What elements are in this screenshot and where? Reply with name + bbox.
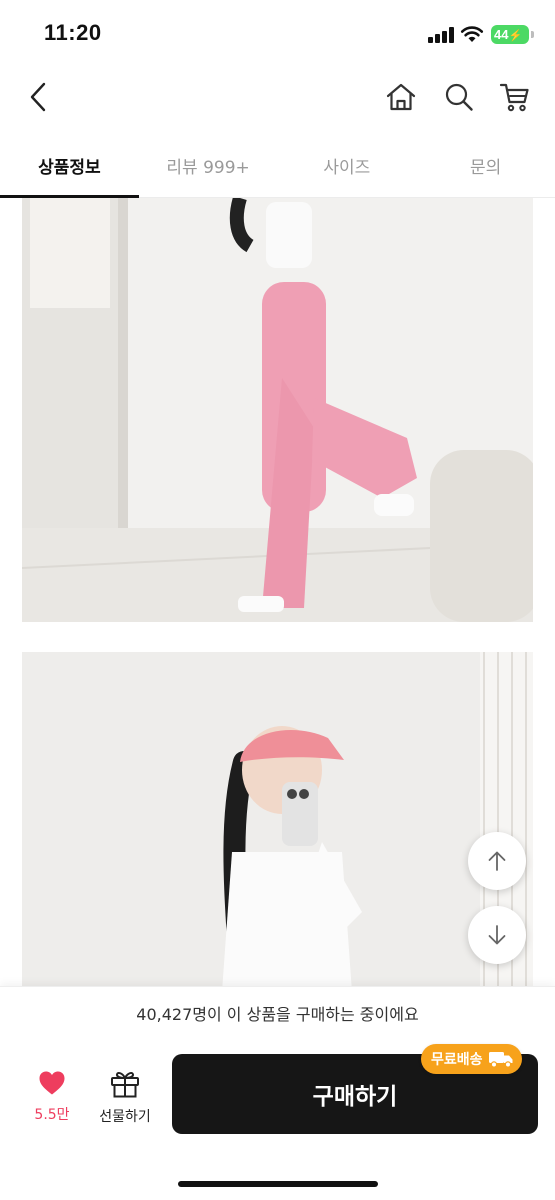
status-bar: 11:20 44⚡ xyxy=(0,0,555,62)
battery-icon: 44⚡ xyxy=(491,25,529,44)
wifi-icon xyxy=(460,26,484,42)
product-tabs: 상품정보 리뷰 999+ 사이즈 문의 xyxy=(0,134,555,198)
purchase-notice: 40,427명이 이 상품을 구매하는 중이에요 xyxy=(0,986,555,1038)
battery-level: 44 xyxy=(494,27,509,42)
gift-label: 선물하기 xyxy=(99,1109,151,1125)
chevron-left-icon xyxy=(30,82,46,112)
search-button[interactable] xyxy=(436,74,482,120)
purchase-notice-text: 40,427명이 이 상품을 구매하는 중이에요 xyxy=(136,1004,419,1024)
product-photo-1 xyxy=(22,198,533,622)
tab-label: 리뷰 999+ xyxy=(166,158,250,178)
arrow-up-icon xyxy=(488,851,506,871)
tab-label: 문의 xyxy=(469,158,502,178)
like-button[interactable]: 5.5만 xyxy=(22,1070,82,1124)
heart-icon xyxy=(39,1071,65,1095)
scroll-down-button[interactable] xyxy=(468,906,526,964)
home-icon xyxy=(386,83,416,111)
buy-button-label: 구매하기 xyxy=(312,1084,398,1110)
tab-inquiry[interactable]: 문의 xyxy=(416,134,555,197)
like-count: 5.5만 xyxy=(34,1107,70,1123)
scroll-up-button[interactable] xyxy=(468,832,526,890)
search-icon xyxy=(445,83,473,111)
back-button[interactable] xyxy=(16,74,62,120)
home-indicator xyxy=(178,1181,378,1187)
model-mirror-selfie-photo xyxy=(22,652,533,992)
gift-button[interactable]: 선물하기 xyxy=(92,1070,158,1126)
delivery-truck-icon xyxy=(488,1052,513,1068)
top-navigation xyxy=(0,62,555,134)
status-time: 11:20 xyxy=(44,20,102,45)
tab-label: 사이즈 xyxy=(323,158,371,178)
cart-button[interactable] xyxy=(492,74,538,120)
cellular-signal-icon xyxy=(428,27,456,43)
arrow-down-icon xyxy=(488,925,506,945)
tab-label: 상품정보 xyxy=(38,158,101,178)
free-shipping-badge: 무료배송 xyxy=(421,1044,522,1074)
model-pink-pants-photo xyxy=(22,198,533,622)
battery-tip xyxy=(531,31,534,38)
tab-reviews[interactable]: 리뷰 999+ xyxy=(139,134,278,197)
free-shipping-label: 무료배송 xyxy=(431,1052,483,1068)
gift-icon xyxy=(111,1071,139,1098)
tab-product-info[interactable]: 상품정보 xyxy=(0,134,139,198)
tab-size[interactable]: 사이즈 xyxy=(278,134,417,197)
cart-icon xyxy=(499,83,529,112)
home-button[interactable] xyxy=(378,74,424,120)
bottom-action-bar: 5.5만 선물하기 구매하기 무료배송 xyxy=(0,1038,555,1200)
product-photo-2 xyxy=(22,652,533,992)
